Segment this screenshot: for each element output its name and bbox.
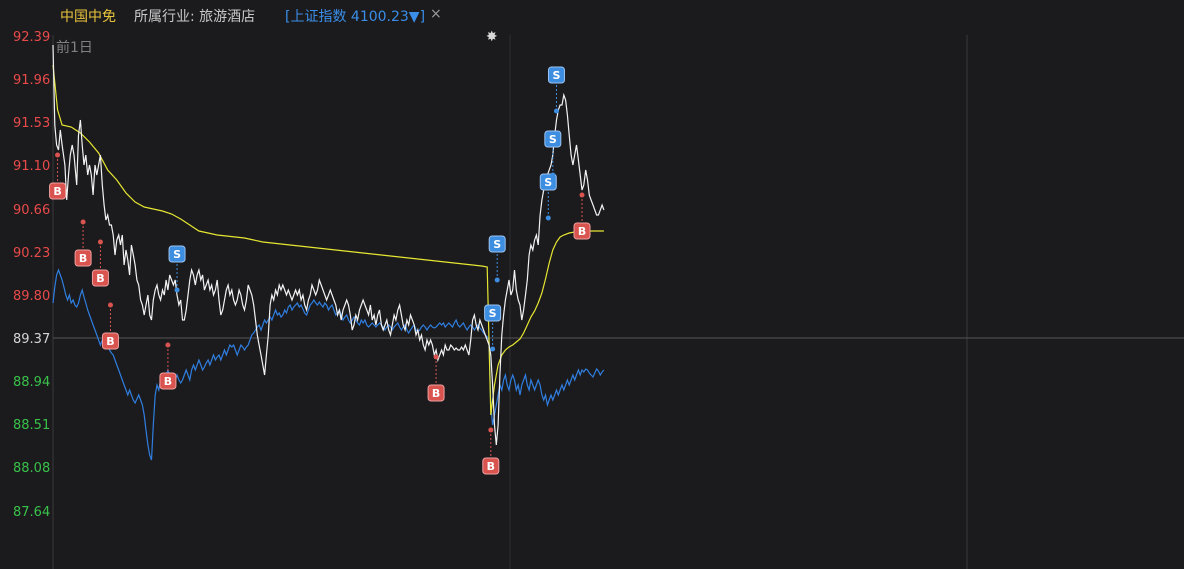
- header-bar: 中国中免 所属行业: 旅游酒店 [上证指数 4100.23▼] ×: [0, 0, 1184, 30]
- marker-label: B: [79, 252, 87, 265]
- y-tick-label: 90.66: [13, 203, 50, 218]
- y-tick-label: 89.37: [13, 332, 50, 347]
- day-split-marker: ✸: [486, 29, 498, 45]
- y-tick-label: 92.39: [13, 30, 50, 45]
- prev-day-label: 前1日: [56, 39, 93, 56]
- marker-label: S: [553, 69, 561, 82]
- marker-dot: [553, 108, 559, 114]
- y-tick-label: 88.08: [13, 461, 50, 476]
- marker-dot: [107, 302, 113, 308]
- y-tick-label: 87.64: [13, 505, 50, 520]
- marker-dot: [545, 215, 551, 221]
- marker-label: S: [549, 133, 557, 146]
- y-tick-label: 90.23: [13, 246, 50, 261]
- marker-label: B: [96, 272, 104, 285]
- y-tick-label: 88.51: [13, 418, 50, 433]
- marker-label: S: [493, 238, 501, 251]
- marker-dot: [165, 342, 171, 348]
- stock-name[interactable]: 中国中免: [60, 6, 116, 26]
- marker-dot: [80, 219, 86, 225]
- y-tick-label: 91.96: [13, 73, 50, 88]
- y-tick-label: 89.80: [13, 289, 50, 304]
- y-tick-label: 91.10: [13, 159, 50, 174]
- marker-label: B: [53, 185, 61, 198]
- intraday-chart[interactable]: 92.39 91.96 91.53 91.10 90.66 90.23 89.80 89.37…: [0, 0, 1184, 569]
- marker-dot: [488, 427, 494, 433]
- y-tick-label: 88.94: [13, 375, 50, 390]
- marker-label: B: [578, 225, 586, 238]
- marker-dot: [55, 152, 61, 158]
- marker-label: B: [432, 387, 440, 400]
- marker-dot: [494, 277, 500, 283]
- marker-dot: [550, 172, 556, 178]
- marker-label: B: [164, 375, 172, 388]
- close-icon[interactable]: ×: [430, 6, 442, 22]
- marker-dot: [433, 354, 439, 360]
- marker-dot: [490, 346, 496, 352]
- marker-label: S: [489, 307, 497, 320]
- index-quote-toggle[interactable]: [上证指数 4100.23▼]: [285, 6, 425, 26]
- chart-background: [0, 0, 1184, 569]
- marker-label: B: [106, 335, 114, 348]
- marker-label: B: [487, 460, 495, 473]
- y-tick-label: 91.53: [13, 116, 50, 131]
- industry-label: 所属行业: 旅游酒店: [134, 9, 256, 25]
- marker-label: S: [173, 248, 181, 261]
- marker-label: S: [544, 176, 552, 189]
- marker-dot: [97, 239, 103, 245]
- marker-dot: [174, 287, 180, 293]
- marker-dot: [579, 192, 585, 198]
